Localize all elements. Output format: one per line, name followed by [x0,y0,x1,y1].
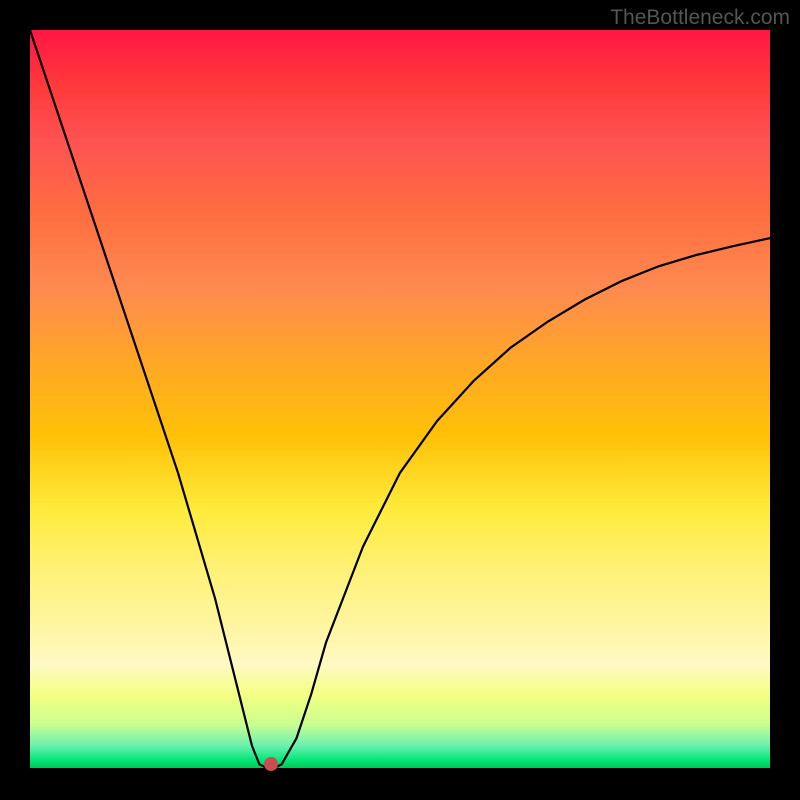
bottleneck-curve [30,30,770,768]
chart-container: TheBottleneck.com [0,0,800,800]
optimal-point-marker [264,757,278,771]
plot-area [30,30,770,768]
curve-svg [30,30,770,768]
watermark-text: TheBottleneck.com [610,6,790,30]
